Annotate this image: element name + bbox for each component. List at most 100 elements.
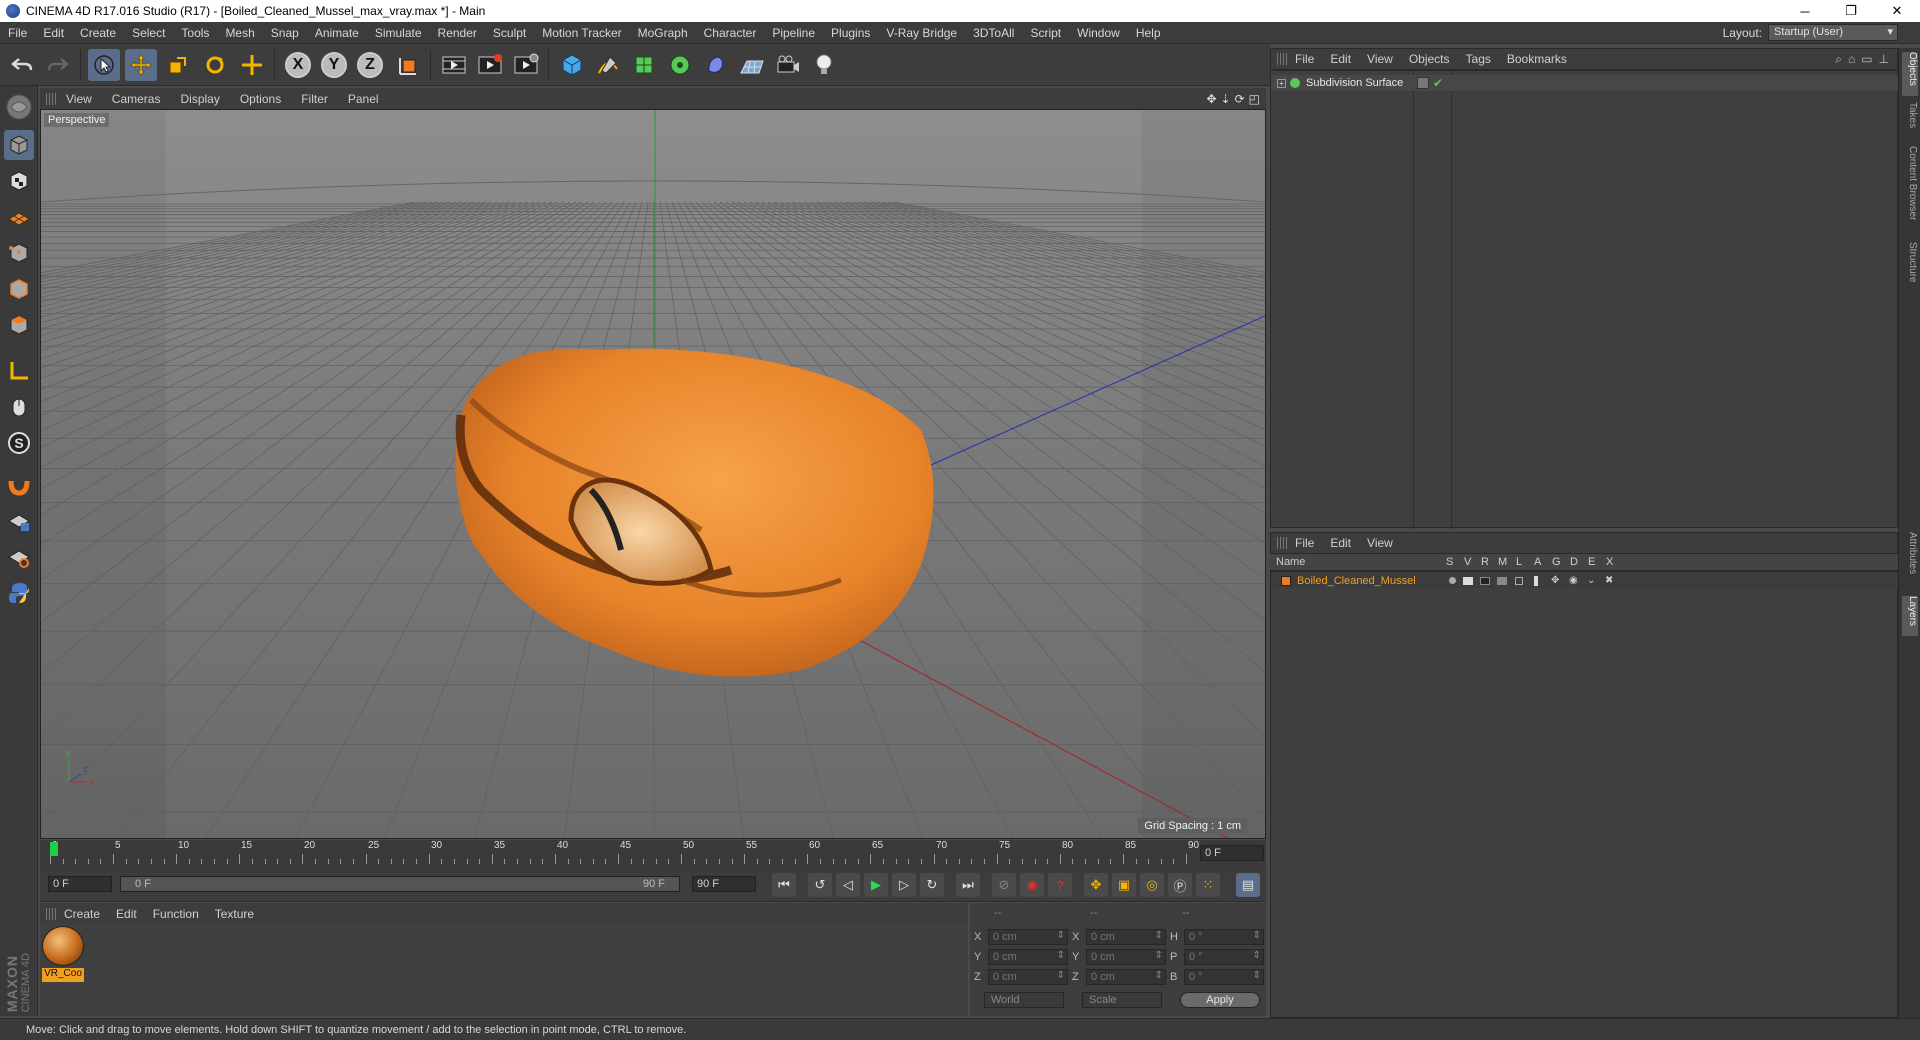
- layout-dropdown[interactable]: Startup (User): [1768, 24, 1898, 41]
- menu-create[interactable]: Create: [72, 26, 124, 40]
- menu-motion-tracker[interactable]: Motion Tracker: [534, 26, 629, 40]
- tab-layers[interactable]: Layers: [1902, 596, 1918, 636]
- 3d-viewport[interactable]: y x z Perspective Grid Spacing : 1 cm: [40, 109, 1266, 839]
- search-icon[interactable]: ⌕: [1835, 52, 1842, 67]
- layer-visible-icon[interactable]: [1463, 576, 1473, 585]
- layer-col-a[interactable]: A: [1534, 556, 1541, 568]
- layer-xref-icon[interactable]: ✖: [1605, 575, 1613, 586]
- object-menu-objects[interactable]: Objects: [1401, 52, 1458, 66]
- points-mode-icon[interactable]: [4, 238, 34, 268]
- recent-tool-icon[interactable]: [236, 49, 268, 81]
- pen-spline-icon[interactable]: [592, 49, 624, 81]
- pos-z-field[interactable]: 0 cm: [988, 969, 1068, 985]
- object-menu-edit[interactable]: Edit: [1322, 52, 1359, 66]
- layer-col-r[interactable]: R: [1481, 556, 1489, 568]
- render-view-icon[interactable]: [438, 49, 470, 81]
- go-to-end-icon[interactable]: ⏭: [956, 873, 980, 897]
- menu-vray-bridge[interactable]: V-Ray Bridge: [878, 26, 965, 40]
- layer-col-v[interactable]: V: [1464, 556, 1471, 568]
- light-object-icon[interactable]: [808, 49, 840, 81]
- keyframe-selection-icon[interactable]: ?: [1048, 873, 1072, 897]
- edges-mode-icon[interactable]: [4, 274, 34, 304]
- camera-object-icon[interactable]: [772, 49, 804, 81]
- autokeying-icon[interactable]: ◉: [1020, 873, 1044, 897]
- layer-animation-icon[interactable]: [1534, 575, 1538, 586]
- menu-character[interactable]: Character: [696, 26, 765, 40]
- new-view-icon[interactable]: ▭: [1861, 52, 1872, 67]
- coord-mode-select[interactable]: World: [984, 992, 1064, 1008]
- object-menu-view[interactable]: View: [1359, 52, 1401, 66]
- menu-file[interactable]: File: [0, 26, 35, 40]
- undo-icon[interactable]: [6, 49, 38, 81]
- layer-row[interactable]: Boiled_Cleaned_Mussel ✥ ◉ ⌄ ✖: [1271, 573, 1899, 588]
- layer-render-icon[interactable]: [1480, 576, 1490, 585]
- menu-simulate[interactable]: Simulate: [367, 26, 430, 40]
- menu-tools[interactable]: Tools: [173, 26, 217, 40]
- texture-mode-icon[interactable]: [4, 166, 34, 196]
- next-key-icon[interactable]: ↻: [920, 873, 944, 897]
- size-x-field[interactable]: 0 cm: [1086, 929, 1166, 945]
- tab-content-browser[interactable]: Content Browser: [1902, 146, 1918, 230]
- mussel-object[interactable]: [455, 348, 934, 677]
- material-menu-create[interactable]: Create: [56, 907, 108, 921]
- start-frame-field[interactable]: 0 F: [48, 876, 112, 892]
- layer-expressions-icon[interactable]: ⌄: [1587, 575, 1595, 586]
- menu-snap[interactable]: Snap: [263, 26, 307, 40]
- z-axis-lock-button[interactable]: Z: [354, 49, 386, 81]
- tab-structure[interactable]: Structure: [1902, 242, 1918, 290]
- key-scale-icon[interactable]: ▣: [1112, 873, 1136, 897]
- floor-environment-icon[interactable]: [736, 49, 768, 81]
- layer-menu-edit[interactable]: Edit: [1322, 536, 1359, 550]
- pos-y-field[interactable]: 0 cm: [988, 949, 1068, 965]
- menu-sculpt[interactable]: Sculpt: [485, 26, 534, 40]
- rot-h-field[interactable]: 0 °: [1184, 929, 1264, 945]
- menu-animate[interactable]: Animate: [307, 26, 367, 40]
- menu-render[interactable]: Render: [430, 26, 485, 40]
- viewport-menu-panel[interactable]: Panel: [338, 92, 389, 106]
- key-parameter-icon[interactable]: Ⓟ: [1168, 873, 1192, 897]
- locked-workplane-icon[interactable]: [4, 506, 34, 536]
- cube-object-icon[interactable]: [556, 49, 588, 81]
- object-menu-file[interactable]: File: [1287, 52, 1322, 66]
- material-menu-function[interactable]: Function: [145, 907, 207, 921]
- viewport-menu-cameras[interactable]: Cameras: [102, 92, 171, 106]
- coord-scale-select[interactable]: Scale: [1082, 992, 1162, 1008]
- restore-button[interactable]: ❐: [1828, 0, 1874, 22]
- layer-col-l[interactable]: L: [1516, 556, 1522, 568]
- menu-3dtoall[interactable]: 3DToAll: [965, 26, 1022, 40]
- model-mode-icon[interactable]: [4, 130, 34, 160]
- edit-visibility-icon[interactable]: [1417, 77, 1429, 89]
- menu-edit[interactable]: Edit: [35, 26, 72, 40]
- viewport-menu-filter[interactable]: Filter: [291, 92, 338, 106]
- live-selection-icon[interactable]: [88, 49, 120, 81]
- pos-x-field[interactable]: 0 cm: [988, 929, 1068, 945]
- layer-col-g[interactable]: G: [1552, 556, 1561, 568]
- menu-mesh[interactable]: Mesh: [217, 26, 262, 40]
- scale-tool-icon[interactable]: [162, 49, 194, 81]
- workplane-mode-icon[interactable]: [4, 202, 34, 232]
- play-forward-icon[interactable]: ▶: [864, 873, 888, 897]
- tweak-mode-icon[interactable]: [4, 392, 34, 422]
- minimize-button[interactable]: ─: [1782, 0, 1828, 22]
- menu-script[interactable]: Script: [1022, 26, 1069, 40]
- layer-color-swatch[interactable]: [1281, 575, 1291, 586]
- menu-mograph[interactable]: MoGraph: [630, 26, 696, 40]
- record-keys-disabled-icon[interactable]: ⊘: [992, 873, 1016, 897]
- home-icon[interactable]: ⌂: [1848, 52, 1855, 67]
- end-frame-field[interactable]: 90 F: [692, 876, 756, 892]
- magnet-icon[interactable]: [4, 470, 34, 500]
- viewport-rotate-icon[interactable]: ⟳: [1235, 92, 1245, 106]
- layer-manager-icon[interactable]: [1497, 576, 1507, 585]
- previous-key-icon[interactable]: ↺: [808, 873, 832, 897]
- material-menu-edit[interactable]: Edit: [108, 907, 145, 921]
- viewport-pan-icon[interactable]: ✥: [1206, 92, 1216, 106]
- layer-menu-file[interactable]: File: [1287, 536, 1322, 550]
- coordinate-system-icon[interactable]: [392, 49, 424, 81]
- layer-col-x[interactable]: X: [1606, 556, 1613, 568]
- material-item[interactable]: VR_Coo: [42, 926, 84, 984]
- size-y-field[interactable]: 0 cm: [1086, 949, 1166, 965]
- mograph-cloner-icon[interactable]: [664, 49, 696, 81]
- snapping-icon[interactable]: S: [4, 428, 34, 458]
- viewport-menu-view[interactable]: View: [56, 92, 102, 106]
- go-to-start-icon[interactable]: ⏮: [772, 873, 796, 897]
